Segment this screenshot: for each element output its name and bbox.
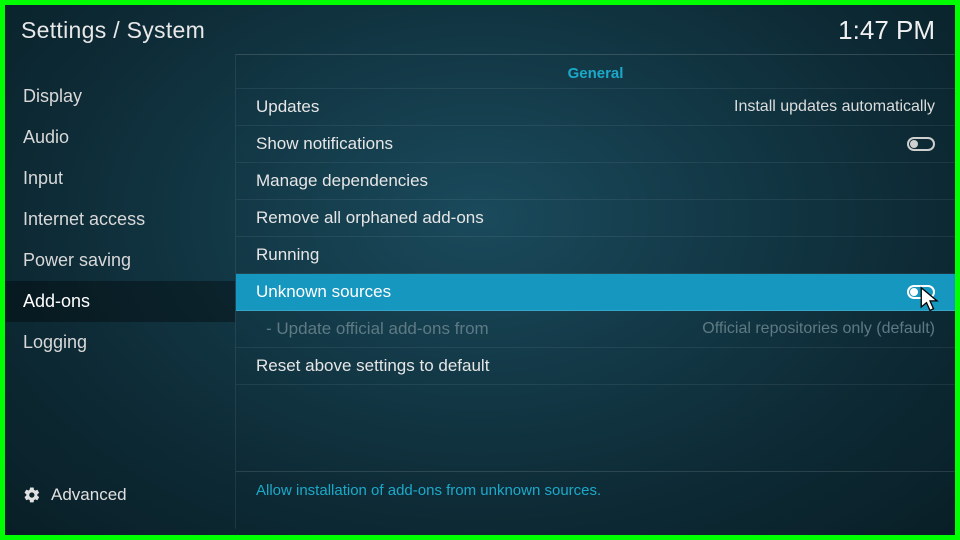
help-text: Allow installation of add-ons from unkno… — [236, 471, 955, 529]
row-running[interactable]: Running — [236, 237, 955, 274]
toggle-unknown-sources[interactable] — [907, 285, 935, 299]
sidebar-item-audio[interactable]: Audio — [5, 117, 235, 158]
sidebar-item-internet-access[interactable]: Internet access — [5, 199, 235, 240]
row-remove-orphaned[interactable]: Remove all orphaned add-ons — [236, 200, 955, 237]
sidebar-item-logging[interactable]: Logging — [5, 322, 235, 363]
clock: 1:47 PM — [838, 15, 935, 46]
sidebar-item-input[interactable]: Input — [5, 158, 235, 199]
breadcrumb: Settings / System — [21, 17, 205, 44]
row-reset-defaults[interactable]: Reset above settings to default — [236, 348, 955, 385]
row-reset-defaults-label: Reset above settings to default — [256, 356, 489, 376]
row-unknown-sources[interactable]: Unknown sources — [236, 274, 955, 311]
sidebar-item-add-ons[interactable]: Add-ons — [5, 281, 235, 322]
row-remove-orphaned-label: Remove all orphaned add-ons — [256, 208, 484, 228]
row-running-label: Running — [256, 245, 319, 265]
settings-level-label: Advanced — [51, 485, 127, 505]
row-update-official: - Update official add-ons from Official … — [236, 311, 955, 348]
sidebar: Display Audio Input Internet access Powe… — [5, 54, 235, 529]
sidebar-item-display[interactable]: Display — [5, 76, 235, 117]
row-update-official-value: Official repositories only (default) — [702, 320, 935, 338]
row-updates-value: Install updates automatically — [734, 98, 935, 116]
section-title: General — [236, 55, 955, 89]
sidebar-item-power-saving[interactable]: Power saving — [5, 240, 235, 281]
header: Settings / System 1:47 PM — [5, 5, 955, 54]
row-manage-dependencies[interactable]: Manage dependencies — [236, 163, 955, 200]
toggle-show-notifications[interactable] — [907, 137, 935, 151]
settings-level-button[interactable]: Advanced — [23, 485, 127, 505]
main-panel: General Updates Install updates automati… — [235, 54, 955, 529]
row-show-notifications-label: Show notifications — [256, 134, 393, 154]
row-updates[interactable]: Updates Install updates automatically — [236, 89, 955, 126]
row-update-official-label: - Update official add-ons from — [256, 319, 489, 339]
row-show-notifications[interactable]: Show notifications — [236, 126, 955, 163]
row-manage-dependencies-label: Manage dependencies — [256, 171, 428, 191]
row-updates-label: Updates — [256, 97, 319, 117]
gear-icon — [23, 486, 41, 504]
row-unknown-sources-label: Unknown sources — [256, 282, 391, 302]
